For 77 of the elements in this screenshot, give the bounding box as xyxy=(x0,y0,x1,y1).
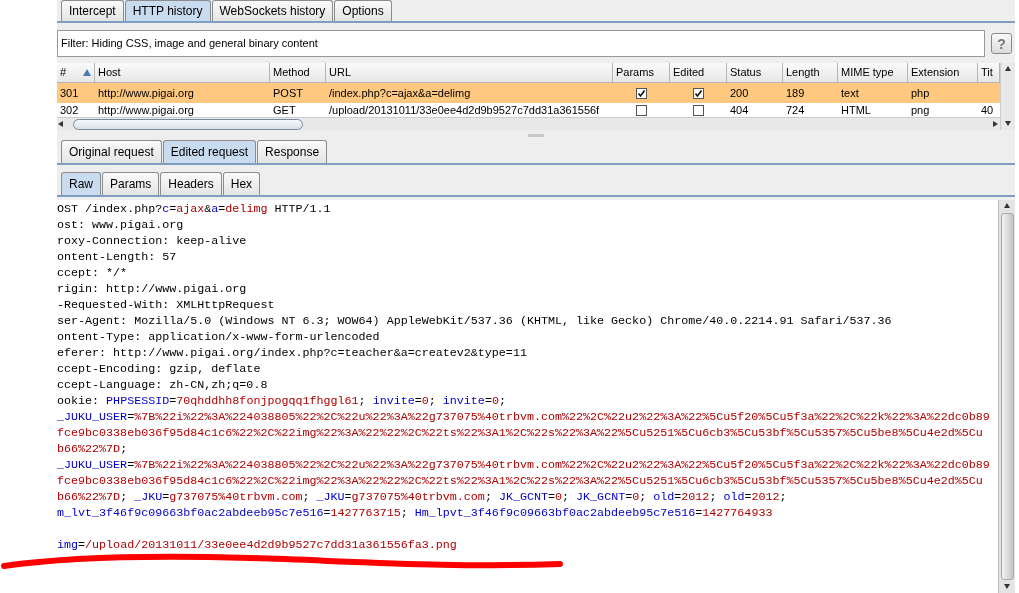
scroll-down-icon[interactable] xyxy=(1004,120,1012,128)
checkbox[interactable] xyxy=(693,104,704,116)
request-line: ost: www.pigai.org xyxy=(57,217,184,233)
vertical-scrollbar[interactable] xyxy=(998,200,1015,593)
request-line: b66%22%7D; xyxy=(57,441,128,457)
tab[interactable]: Edited request xyxy=(162,140,257,163)
tab[interactable]: Headers xyxy=(160,172,222,195)
table-cell: php xyxy=(911,86,930,100)
table-cell: /index.php?c=ajax&a=delimg xyxy=(329,86,471,100)
column-header[interactable]: Edited xyxy=(670,63,727,83)
checkbox[interactable] xyxy=(636,104,647,116)
scroll-up-icon[interactable] xyxy=(1003,202,1011,210)
column-header[interactable]: Status xyxy=(727,63,783,83)
table-cell: GET xyxy=(273,103,296,117)
request-line: -Requested-With: XMLHttpRequest xyxy=(57,297,275,313)
table-cell: HTML xyxy=(841,103,871,117)
help-button[interactable]: ? xyxy=(991,33,1012,54)
column-header[interactable]: # xyxy=(57,63,95,83)
table-cell: 724 xyxy=(786,103,805,117)
table-cell: png xyxy=(911,103,930,117)
column-header[interactable]: Length xyxy=(783,63,838,83)
tab[interactable]: WebSockets history xyxy=(211,0,334,21)
request-line: ontent-Length: 57 xyxy=(57,249,177,265)
request-line: _JUKU_USER=%7B%22i%22%3A%224038805%22%2C%22u%22%3A%22g737075%40trbvm.com%22%2C%22u2%22%3A%22%5Cu5f20%5Cu5f3a%22%2C%22k%22%3A%22dc0b89 xyxy=(57,409,990,425)
scroll-right-icon[interactable] xyxy=(992,120,1000,128)
request-line: fce9bc0338eb036f95d84c1c6%22%2C%22img%22%3A%22%22%2C%22ts%22%3A1%2C%22s%22%3A%22%5Cu5251%5Cu6cb3%5Cu53bf%5Cu5357%5Cu5be8%5Cu4e2d%5Cu xyxy=(57,425,983,441)
request-line: ccept: */* xyxy=(57,265,128,281)
column-header[interactable]: Host xyxy=(95,63,270,83)
tab[interactable]: Hex xyxy=(222,172,261,195)
request-line: roxy-Connection: keep-alive xyxy=(57,233,247,249)
table-cell: 302 xyxy=(60,103,79,117)
table-cell: 200 xyxy=(730,86,749,100)
request-line: ccept-Encoding: gzip, deflate xyxy=(57,361,261,377)
table-cell: text xyxy=(841,86,859,100)
column-header[interactable]: URL xyxy=(326,63,613,83)
table-cell: 189 xyxy=(786,86,805,100)
request-line: ookie: PHPSESSID=70qhddhh8fonjpogqq1fhggl61; invite=0; invite=0; xyxy=(57,393,506,409)
tab[interactable]: HTTP history xyxy=(124,0,211,21)
scroll-down-icon[interactable] xyxy=(1003,583,1011,591)
request-line: b66%22%7D; _JKU=g737075%40trbvm.com; _JKU=g737075%40trbvm.com; JK_GCNT=0; JK_GCNT=0; old=2012; old=2012; xyxy=(57,489,787,505)
request-line: m_lvt_3f46f9c09663bf0ac2abdeeb95c7e516=1427763715; Hm_lpvt_3f46f9c09663bf0ac2abdeeb95c7e516=1427764933 xyxy=(57,505,773,521)
request-line: ccept-Language: zh-CN,zh;q=0.8 xyxy=(57,377,268,393)
tab[interactable]: Options xyxy=(334,0,392,21)
table-cell: 40 xyxy=(981,103,994,117)
request-line: fce9bc0338eb036f95d84c1c6%22%2C%22img%22%3A%22%22%2C%22ts%22%3A1%2C%22s%22%3A%22%5Cu5251%5Cu6cb3%5Cu53bf%5Cu5357%5Cu5be8%5Cu4e2d%5Cu xyxy=(57,473,983,489)
table-cell: http://www.pigai.org xyxy=(98,103,194,117)
table-cell: 301 xyxy=(60,86,79,100)
request-line: OST /index.php?c=ajax&a=delimg HTTP/1.1 xyxy=(57,201,331,217)
request-line: eferer: http://www.pigai.org/index.php?c=teacher&a=createv2&type=11 xyxy=(57,345,527,361)
request-line: ontent-Type: application/x-www-form-urlencoded xyxy=(57,329,380,345)
checkbox[interactable] xyxy=(636,87,647,99)
tab[interactable]: Raw xyxy=(61,172,101,195)
table-cell: /upload/20131011/33e0ee4d2d9b9527c7dd31a361556f xyxy=(329,103,600,117)
vertical-scrollbar[interactable] xyxy=(1000,63,1015,130)
tab[interactable]: Params xyxy=(102,172,160,195)
request-line: img=/upload/20131011/33e0ee4d2d9b9527c7dd31a361556fa3.png xyxy=(57,537,457,553)
column-header[interactable]: MIME type xyxy=(838,63,908,83)
request-line: ser-Agent: Mozilla/5.0 (Windows NT 6.3; WOW64) AppleWebKit/537.36 (KHTML, like Gecko) Chrome/40.0.2214.91 Safari/537.36 xyxy=(57,313,892,329)
column-header[interactable]: Tit xyxy=(978,63,1000,83)
tab[interactable]: Response xyxy=(257,140,328,163)
request-editor[interactable] xyxy=(57,200,998,593)
column-header[interactable]: Params xyxy=(613,63,670,83)
request-line: rigin: http://www.pigai.org xyxy=(57,281,247,297)
tab[interactable]: Original request xyxy=(61,140,162,163)
request-line: _JUKU_USER=%7B%22i%22%3A%224038805%22%2C%22u%22%3A%22g737075%40trbvm.com%22%2C%22u2%22%3A%22%5Cu5f20%5Cu5f3a%22%2C%22k%22%3A%22dc0b89 xyxy=(57,457,990,473)
table-cell: POST xyxy=(273,86,303,100)
table-cell: http://www.pigai.org xyxy=(98,86,194,100)
column-header[interactable]: Extension xyxy=(908,63,978,83)
horizontal-scrollbar[interactable] xyxy=(57,117,1000,130)
checkbox[interactable] xyxy=(693,87,704,99)
scroll-left-icon[interactable] xyxy=(57,120,65,128)
table-row[interactable]: 301 http://www.pigai.org POST /index.php?c=ajax&a=delimg 200 189 text php xyxy=(57,83,1000,103)
column-header[interactable]: Method xyxy=(270,63,326,83)
tab[interactable]: Intercept xyxy=(61,0,124,21)
scroll-up-icon[interactable] xyxy=(1004,65,1012,73)
filter-bar[interactable]: Filter: Hiding CSS, image and general binary content xyxy=(57,30,985,57)
table-cell: 404 xyxy=(730,103,749,117)
